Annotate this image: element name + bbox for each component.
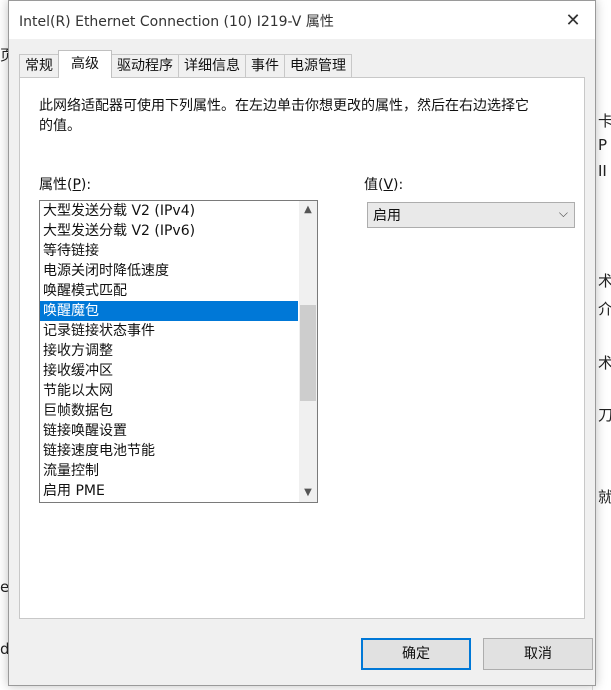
background-text: P (598, 136, 608, 154)
list-item[interactable]: 唤醒模式匹配 (40, 281, 298, 301)
dialog-title: Intel(R) Ethernet Connection (10) I219-V… (19, 14, 334, 30)
property-listbox[interactable]: 大型发送分载 V2 (IPv4) 大型发送分载 V2 (IPv6) 等待链接 电… (39, 200, 318, 503)
background-text: II (598, 162, 607, 180)
list-item[interactable]: 接收方调整 (40, 341, 298, 361)
background-text: 就 (598, 488, 611, 506)
background-text: 卡 (598, 112, 611, 130)
tab-power-management[interactable]: 电源管理 (284, 54, 352, 78)
list-item[interactable]: 大型发送分载 V2 (IPv6) (40, 221, 298, 241)
vertical-scrollbar[interactable]: ▲ ▼ (299, 201, 317, 502)
list-item[interactable]: 流量控制 (40, 461, 298, 481)
ok-button[interactable]: 确定 (361, 638, 471, 670)
tab-events[interactable]: 事件 (245, 54, 285, 78)
value-dropdown[interactable]: 启用 ⌵ (367, 202, 575, 228)
list-item[interactable]: 链接唤醒设置 (40, 421, 298, 441)
background-text: 刀 (598, 406, 611, 424)
tab-strip: 常规 高级 驱动程序 详细信息 事件 电源管理 (19, 50, 352, 78)
properties-dialog: Intel(R) Ethernet Connection (10) I219-V… (8, 0, 596, 686)
chevron-down-icon: ⌵ (558, 206, 568, 220)
tab-advanced[interactable]: 高级 (58, 50, 112, 78)
list-item[interactable]: 节能以太网 (40, 381, 298, 401)
description-text: 此网络适配器可使用下列属性。在左边单击你想更改的属性，然后在右边选择它的值。 (39, 98, 529, 134)
property-list: 大型发送分载 V2 (IPv4) 大型发送分载 V2 (IPv6) 等待链接 电… (40, 201, 298, 501)
tab-driver[interactable]: 驱动程序 (111, 54, 179, 78)
background-text: 术 (598, 272, 611, 290)
list-item[interactable]: 等待链接 (40, 241, 298, 261)
close-icon: ✕ (565, 9, 581, 31)
title-bar[interactable]: Intel(R) Ethernet Connection (10) I219-V… (9, 1, 595, 39)
background-text: 介 (598, 300, 611, 318)
advanced-panel: 此网络适配器可使用下列属性。在左边单击你想更改的属性，然后在右边选择它的值。 属… (19, 77, 585, 619)
value-dropdown-selected: 启用 (373, 208, 401, 224)
background-text: 术 (598, 354, 611, 372)
cancel-button[interactable]: 取消 (483, 638, 593, 670)
value-label: 值(V): (364, 177, 404, 193)
tab-details[interactable]: 详细信息 (178, 54, 246, 78)
scroll-down-icon[interactable]: ▼ (299, 484, 317, 502)
property-label: 属性(P): (39, 177, 92, 193)
list-item[interactable]: 链接速度电池节能 (40, 441, 298, 461)
list-item[interactable]: 电源关闭时降低速度 (40, 261, 298, 281)
tab-general[interactable]: 常规 (19, 54, 59, 78)
list-item[interactable]: 启用 PME (40, 481, 298, 501)
list-item[interactable]: 大型发送分载 V2 (IPv4) (40, 201, 298, 221)
scroll-up-icon[interactable]: ▲ (299, 201, 317, 219)
close-button[interactable]: ✕ (551, 1, 595, 39)
list-item[interactable]: 接收缓冲区 (40, 361, 298, 381)
list-item[interactable]: 巨帧数据包 (40, 401, 298, 421)
scroll-thumb[interactable] (300, 305, 316, 401)
list-item-selected[interactable]: 唤醒魔包 (40, 301, 298, 321)
list-item[interactable]: 记录链接状态事件 (40, 321, 298, 341)
